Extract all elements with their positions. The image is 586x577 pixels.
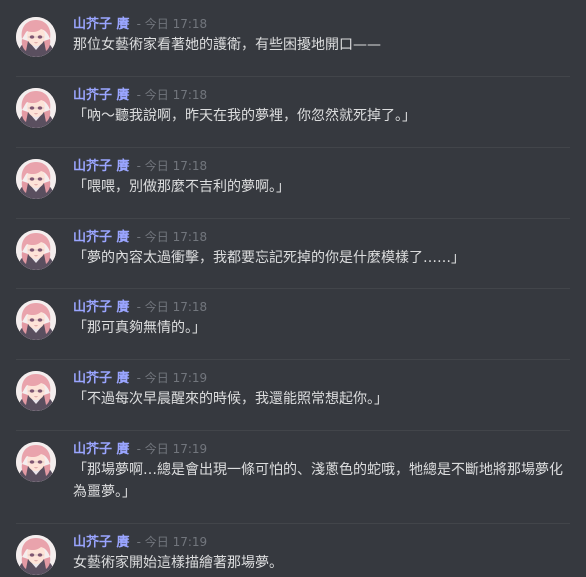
author-name[interactable]: 山芥子 賡 xyxy=(73,442,130,457)
message-timestamp: - 今日 17:18 xyxy=(136,230,208,244)
author-name[interactable]: 山芥子 賡 xyxy=(73,159,130,174)
author-name[interactable]: 山芥子 賡 xyxy=(73,230,130,245)
avatar-icon[interactable] xyxy=(16,17,56,57)
message-text: 那位女藝術家看著她的護衛，有些困擾地開口—— xyxy=(73,37,381,53)
message-text: 「吶～聽我說啊，昨天在我的夢裡，你忽然就死掉了。」 xyxy=(73,108,416,124)
message-text: 「那場夢啊…總是會出現一條可怕的、淺蔥色的蛇哦，牠總是不斷地將那場夢化為噩夢。」 xyxy=(73,462,563,500)
message-header: 山芥子 賡 - 今日 17:19 xyxy=(73,439,207,457)
message-text: 「喂喂，別做那麼不吉利的夢啊。」 xyxy=(73,179,290,195)
message-timestamp: - 今日 17:18 xyxy=(136,88,208,102)
message-header: 山芥子 賡 - 今日 17:18 xyxy=(73,227,207,245)
avatar-icon[interactable] xyxy=(16,88,56,128)
avatar-icon[interactable] xyxy=(16,371,56,411)
message-header: 山芥子 賡 - 今日 17:18 xyxy=(73,297,207,315)
avatar-icon[interactable] xyxy=(16,300,56,340)
message-header: 山芥子 賡 - 今日 17:18 xyxy=(73,156,207,174)
message-timestamp: - 今日 17:19 xyxy=(136,535,208,549)
message-timestamp: - 今日 17:19 xyxy=(136,371,208,385)
avatar-icon[interactable] xyxy=(16,230,56,270)
message-text: 「夢的內容太過衝擊，我都要忘記死掉的你是什麼模樣了……」 xyxy=(73,250,465,266)
message-text: 「不過每次早晨醒來的時候，我還能照常想起你。」 xyxy=(73,391,388,407)
message-header: 山芥子 賡 - 今日 17:19 xyxy=(73,368,207,386)
chat-log: 山芥子 賡 - 今日 17:18 那位女藝術家看著她的護衛，有些困擾地開口—— 山… xyxy=(0,0,586,577)
author-name[interactable]: 山芥子 賡 xyxy=(73,17,130,32)
author-name[interactable]: 山芥子 賡 xyxy=(73,371,130,386)
message-text: 女藝術家開始這樣描繪著那場夢。 xyxy=(73,555,283,571)
message-timestamp: - 今日 17:18 xyxy=(136,300,208,314)
author-name[interactable]: 山芥子 賡 xyxy=(73,300,130,315)
message-header: 山芥子 賡 - 今日 17:19 xyxy=(73,532,207,550)
message-text: 「那可真夠無情的。」 xyxy=(73,320,206,336)
message-timestamp: - 今日 17:18 xyxy=(136,17,208,31)
author-name[interactable]: 山芥子 賡 xyxy=(73,88,130,103)
avatar-icon[interactable] xyxy=(16,535,56,575)
message-timestamp: - 今日 17:18 xyxy=(136,159,208,173)
avatar-icon[interactable] xyxy=(16,442,56,482)
message-timestamp: - 今日 17:19 xyxy=(136,442,208,456)
avatar-icon[interactable] xyxy=(16,159,56,199)
message-header: 山芥子 賡 - 今日 17:18 xyxy=(73,14,207,32)
author-name[interactable]: 山芥子 賡 xyxy=(73,535,130,550)
message-header: 山芥子 賡 - 今日 17:18 xyxy=(73,85,207,103)
